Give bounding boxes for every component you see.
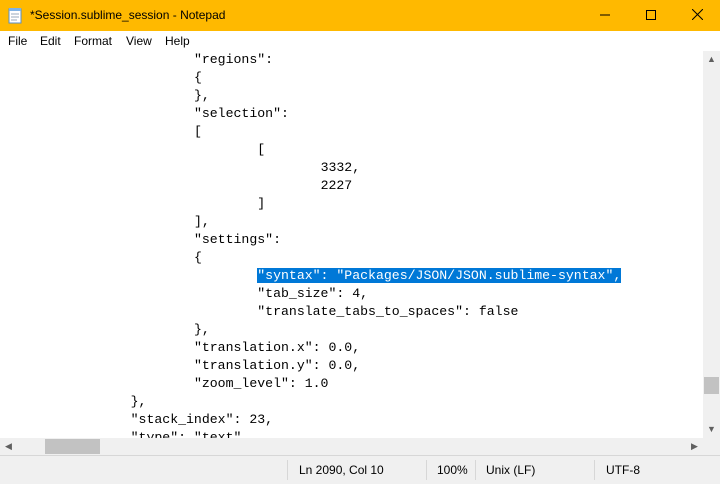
vertical-scrollbar[interactable]: ▲ ▼: [703, 51, 720, 438]
zoom-level: 100%: [437, 463, 468, 477]
editor-line[interactable]: },: [4, 322, 210, 337]
up-arrow-icon[interactable]: ▲: [703, 51, 720, 68]
maximize-icon: [646, 7, 656, 25]
selected-text[interactable]: "syntax": "Packages/JSON/JSON.sublime-sy…: [257, 268, 622, 283]
editor-line[interactable]: "translation.x": 0.0,: [4, 340, 360, 355]
left-arrow-icon[interactable]: ◀: [0, 438, 17, 455]
close-icon: [691, 7, 703, 25]
editor-line[interactable]: [: [4, 142, 265, 157]
menu-format[interactable]: Format: [74, 31, 112, 51]
editor-line[interactable]: [: [4, 124, 202, 139]
editor-line[interactable]: "selection":: [4, 106, 289, 121]
scrollbar-corner: [703, 438, 720, 455]
minimize-icon: [600, 7, 610, 25]
editor-line[interactable]: },: [4, 88, 210, 103]
editor-line[interactable]: ],: [4, 214, 210, 229]
editor-content[interactable]: "regions": { }, "selection": [ [ 3332, 2…: [0, 51, 703, 438]
window-title: *Session.sublime_session - Notepad: [30, 8, 226, 22]
menu-bar: File Edit Format View Help: [0, 31, 720, 51]
editor-line[interactable]: 2227: [4, 178, 353, 193]
close-button[interactable]: [674, 0, 720, 31]
line-ending: Unix (LF): [486, 463, 536, 477]
horizontal-scroll-thumb[interactable]: [45, 439, 100, 454]
status-divider: [426, 460, 427, 480]
down-arrow-icon[interactable]: ▼: [703, 421, 720, 438]
maximize-button[interactable]: [628, 0, 674, 31]
status-divider: [475, 460, 476, 480]
editor-line[interactable]: "settings":: [4, 232, 281, 247]
menu-help[interactable]: Help: [165, 31, 190, 51]
editor-line[interactable]: "stack_index": 23,: [4, 412, 273, 427]
editor-line[interactable]: "syntax": "Packages/JSON/JSON.sublime-sy…: [4, 268, 622, 283]
status-bar: Ln 2090, Col 10 100% Unix (LF) UTF-8: [0, 455, 720, 484]
editor-line[interactable]: "regions":: [4, 52, 273, 67]
editor-line[interactable]: ]: [4, 196, 265, 211]
status-divider: [594, 460, 595, 480]
cursor-position: Ln 2090, Col 10: [299, 463, 384, 477]
right-arrow-icon[interactable]: ▶: [686, 438, 703, 455]
vertical-scroll-thumb[interactable]: [704, 377, 719, 394]
editor-line[interactable]: "translation.y": 0.0,: [4, 358, 360, 373]
editor-line[interactable]: "zoom_level": 1.0: [4, 376, 329, 391]
title-bar[interactable]: *Session.sublime_session - Notepad: [0, 0, 720, 31]
horizontal-scrollbar[interactable]: ◀ ▶: [0, 438, 703, 455]
menu-edit[interactable]: Edit: [40, 31, 61, 51]
notepad-icon: [8, 7, 22, 24]
editor-line[interactable]: {: [4, 70, 202, 85]
editor-line[interactable]: "type": "text": [4, 430, 242, 438]
encoding: UTF-8: [606, 463, 640, 477]
editor-line[interactable]: 3332,: [4, 160, 361, 175]
editor-line[interactable]: },: [4, 394, 147, 409]
text-editor[interactable]: "regions": { }, "selection": [ [ 3332, 2…: [0, 51, 703, 438]
editor-line[interactable]: "tab_size": 4,: [4, 286, 368, 301]
editor-line[interactable]: {: [4, 250, 202, 265]
minimize-button[interactable]: [582, 0, 628, 31]
status-divider: [287, 460, 288, 480]
menu-view[interactable]: View: [126, 31, 152, 51]
editor-line[interactable]: "translate_tabs_to_spaces": false: [4, 304, 518, 319]
menu-file[interactable]: File: [8, 31, 27, 51]
